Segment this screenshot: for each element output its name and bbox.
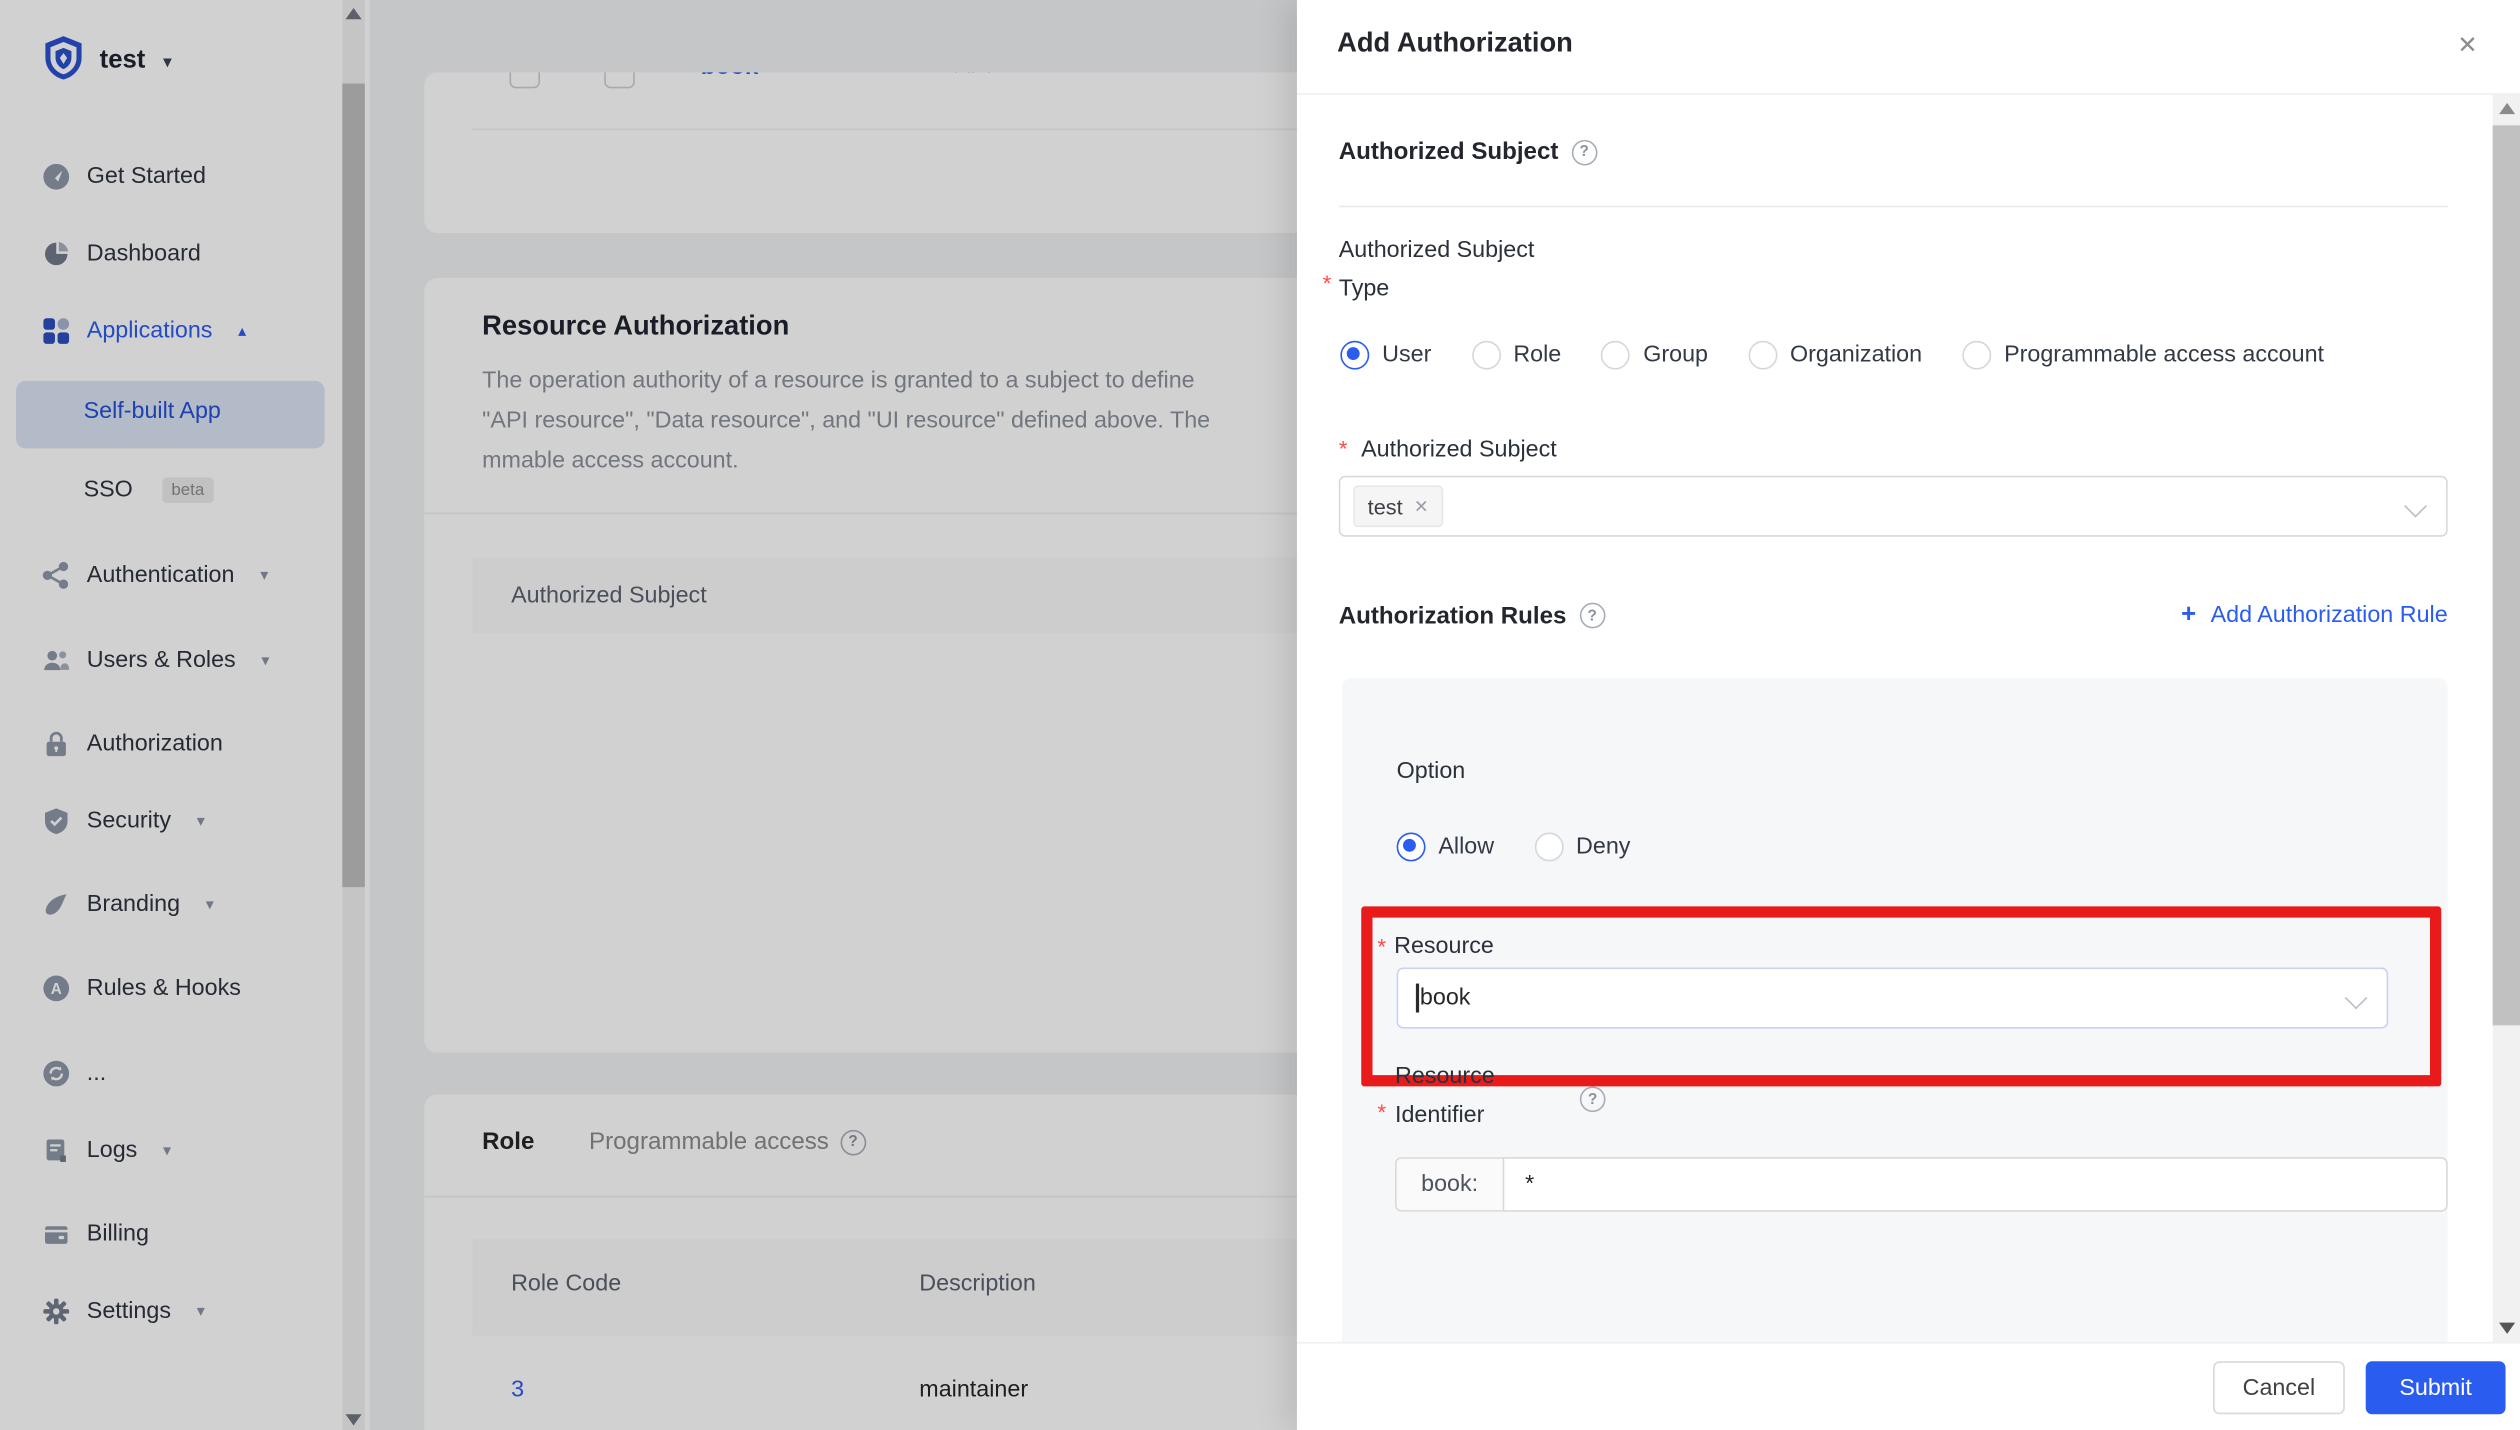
selected-subject-tag: test ✕ (1353, 485, 1444, 528)
radio-label: Role (1513, 342, 1562, 369)
field-label: Resource (1394, 933, 1494, 960)
subject-type-label: * Authorized Subject Type (1323, 231, 1580, 308)
radio-icon (1534, 832, 1564, 862)
chevron-down-icon (2404, 494, 2427, 518)
radio-icon (1601, 340, 1631, 370)
radio-label: User (1382, 342, 1432, 369)
resource-select[interactable]: book (1396, 967, 2389, 1029)
field-label: Authorized Subject Type (1338, 237, 1535, 303)
resource-identifier-input-group: book: * (1394, 1157, 2448, 1212)
drawer-scrollbar-thumb[interactable] (2492, 125, 2520, 1026)
add-authorization-rule-button[interactable]: + Add Authorization Rule (2181, 601, 2448, 630)
authorization-rules-heading: Authorization Rules ? (1338, 601, 1606, 630)
radio-label: Programmable access account (2004, 342, 2325, 369)
radio-icon (1471, 340, 1501, 370)
field-label: Authorized Subject (1361, 437, 1557, 463)
submit-button[interactable]: Submit (2365, 1361, 2506, 1415)
radio-icon (1748, 340, 1778, 370)
resource-value: book (1419, 985, 1471, 1011)
authorized-subject-section-heading: Authorized Subject ? (1338, 138, 1597, 166)
radio-label: Allow (1438, 834, 1495, 860)
text-cursor (1415, 983, 1419, 1013)
plus-icon: + (2181, 601, 2197, 629)
scroll-down-button[interactable] (2493, 1322, 2520, 1334)
required-asterisk: * (1338, 435, 1348, 462)
app-stage: test ▾ Get Started Dashboard Application… (0, 0, 2520, 1430)
radio-icon (1962, 340, 1992, 370)
radio-label: Deny (1576, 834, 1631, 860)
divider (1338, 205, 2448, 208)
field-label: Resource Identifier (1394, 1063, 1495, 1129)
radio-role[interactable]: Role (1471, 340, 1562, 370)
drawer-footer: Cancel Submit (1296, 1341, 2520, 1430)
drawer-title: Add Authorization (1337, 27, 1573, 58)
authorized-subject-select[interactable]: test ✕ (1338, 475, 2448, 537)
option-label: Option (1396, 758, 1466, 785)
radio-allow[interactable]: Allow (1396, 832, 1495, 862)
radio-user[interactable]: User (1340, 340, 1432, 370)
radio-organization[interactable]: Organization (1748, 340, 1923, 370)
subject-type-radio-group: User Role Group Organization Programmabl… (1340, 340, 2364, 370)
scroll-down-arrow-icon (2498, 1322, 2515, 1334)
identifier-input[interactable]: * (1502, 1157, 2448, 1212)
resource-identifier-label: * Resource Identifier (1377, 1057, 1543, 1134)
cancel-button[interactable]: Cancel (2213, 1361, 2345, 1415)
help-icon[interactable]: ? (1579, 602, 1606, 629)
close-icon[interactable]: ✕ (2457, 31, 2477, 59)
tag-label: test (1367, 494, 1403, 519)
radio-programmable-access-account[interactable]: Programmable access account (1962, 340, 2325, 370)
option-radio-group: Allow Deny (1396, 832, 1671, 862)
scroll-up-arrow-icon[interactable] (2498, 102, 2515, 115)
authorization-rule-card: Option Allow Deny * Resource book * Reso… (1341, 678, 2448, 1430)
drawer-mask[interactable] (0, 0, 1297, 1430)
radio-group[interactable]: Group (1601, 340, 1709, 370)
radio-selected-icon (1340, 340, 1370, 370)
chevron-down-icon (2344, 986, 2368, 1010)
radio-label: Group (1643, 342, 1709, 369)
add-rule-label: Add Authorization Rule (2210, 602, 2448, 629)
help-icon[interactable]: ? (1579, 1086, 1606, 1113)
radio-deny[interactable]: Deny (1534, 832, 1631, 862)
identifier-prefix: book: (1394, 1157, 1503, 1212)
authorization-rules-section: Authorization Rules ? + Add Authorizatio… (1339, 601, 2448, 630)
required-asterisk: * (1377, 1099, 1387, 1125)
help-icon[interactable]: ? (1571, 139, 1597, 165)
resource-label: * Resource (1377, 927, 1494, 966)
section-heading-label: Authorized Subject (1338, 138, 1559, 166)
divider (1296, 93, 2520, 95)
add-authorization-drawer: Add Authorization ✕ Authorized Subject ?… (1296, 0, 2520, 1430)
required-asterisk: * (1377, 933, 1387, 960)
authorized-subject-label: * Authorized Subject (1339, 431, 1557, 470)
tag-close-icon[interactable]: ✕ (1414, 496, 1429, 516)
radio-label: Organization (1789, 342, 1923, 369)
section-heading-label: Authorization Rules (1338, 601, 1567, 630)
radio-selected-icon (1396, 832, 1426, 862)
drawer-scrollbar[interactable] (2492, 93, 2520, 1342)
required-asterisk: * (1322, 269, 1332, 296)
